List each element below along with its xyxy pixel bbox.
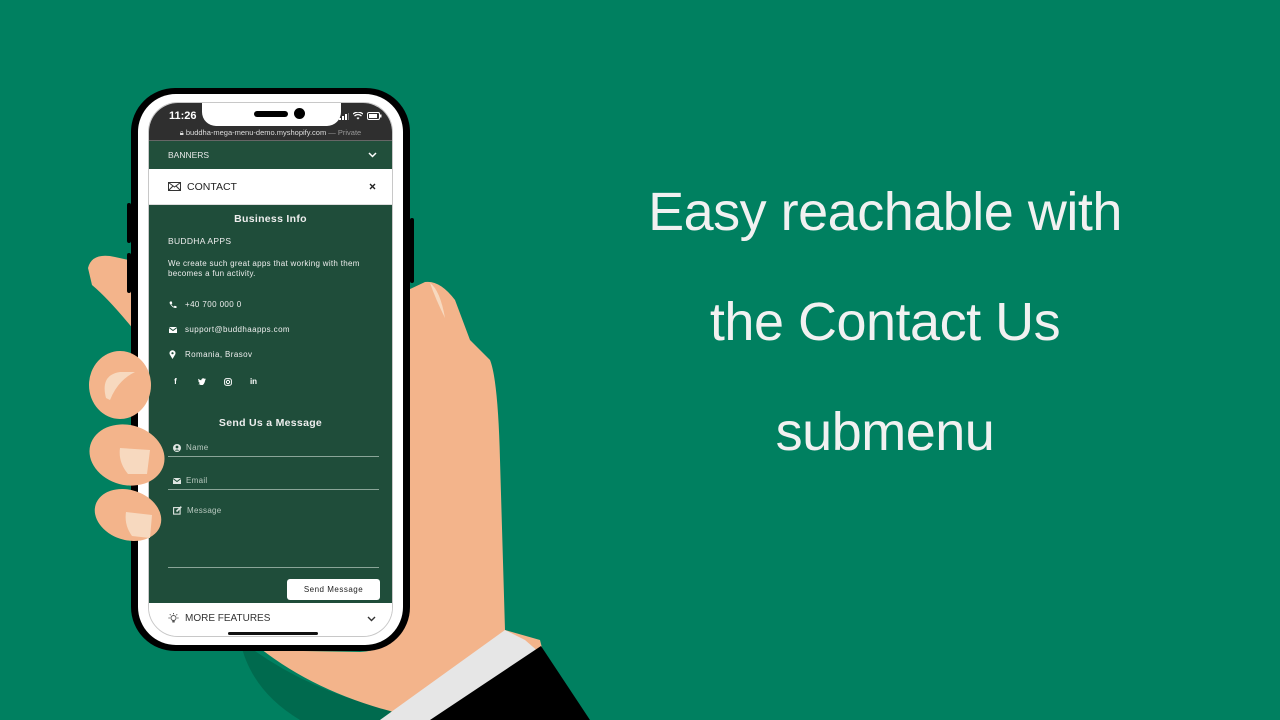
envelope-icon: [173, 477, 181, 484]
lock-icon: 🔒︎: [179, 128, 184, 137]
phone-number: +40 700 000 0: [185, 300, 242, 309]
signal-icon: [339, 112, 349, 120]
name-placeholder: Name: [186, 443, 209, 452]
notch: [202, 103, 341, 126]
menu-item-banners[interactable]: BANNERS: [149, 141, 392, 169]
volume-up-button: [127, 203, 131, 243]
speaker: [254, 111, 288, 117]
phone-frame: 11:26 🔒︎ buddha-mega-menu-demo.myshopify…: [127, 88, 414, 651]
linkedin-icon[interactable]: in: [249, 377, 258, 386]
menu-item-label: BANNERS: [168, 150, 210, 160]
menu-item-label: MORE FEATURES: [185, 613, 271, 624]
lightbulb-icon: [168, 613, 179, 623]
send-message-title: Send Us a Message: [218, 417, 323, 429]
close-icon[interactable]: [369, 183, 376, 190]
message-placeholder: Message: [187, 506, 222, 515]
social-links: f in: [171, 377, 258, 386]
map-marker-icon: [169, 350, 176, 359]
business-info-title: Business Info: [234, 213, 307, 225]
message-underline: [168, 567, 379, 568]
status-bar: 11:26 🔒︎ buddha-mega-menu-demo.myshopify…: [149, 103, 392, 141]
phone-screen: 11:26 🔒︎ buddha-mega-menu-demo.myshopify…: [148, 102, 393, 637]
status-icons: [339, 112, 382, 120]
status-time: 11:26: [169, 110, 197, 122]
address-bar[interactable]: 🔒︎ buddha-mega-menu-demo.myshopify.com —…: [149, 128, 392, 138]
message-field[interactable]: Message: [168, 506, 379, 566]
menu-item-contact[interactable]: CONTACT: [149, 169, 392, 205]
phone-row[interactable]: +40 700 000 0: [168, 300, 242, 309]
power-button: [410, 218, 414, 283]
twitter-icon[interactable]: [197, 377, 206, 386]
facebook-icon[interactable]: f: [171, 377, 180, 386]
chevron-down-icon: [368, 152, 377, 158]
camera: [294, 108, 305, 119]
email-field[interactable]: Email: [168, 476, 379, 490]
name-field[interactable]: Name: [168, 443, 379, 457]
wifi-icon: [353, 112, 363, 120]
battery-icon: [367, 112, 382, 120]
company-name: BUDDHA APPS: [168, 236, 232, 246]
contact-submenu-panel: Business Info BUDDHA APPS We create such…: [149, 205, 392, 603]
user-icon: [173, 443, 181, 452]
chevron-down-icon: [367, 616, 376, 621]
headline-line-1: Easy reachable with: [648, 182, 1122, 242]
email-icon: [168, 326, 177, 333]
private-label: — Private: [328, 128, 362, 137]
instagram-icon[interactable]: [223, 377, 232, 386]
email-placeholder: Email: [186, 476, 208, 485]
menu-item-label: CONTACT: [187, 180, 237, 193]
envelope-icon: [168, 182, 181, 191]
phone-icon: [169, 301, 176, 308]
company-description: We create such great apps that working w…: [168, 259, 360, 278]
headline-line-3: submenu: [775, 402, 995, 462]
email-row[interactable]: support@buddhaapps.com: [168, 325, 290, 334]
email-address: support@buddhaapps.com: [185, 325, 290, 334]
location-text: Romania, Brasov: [185, 350, 253, 359]
phone-bezel: 11:26 🔒︎ buddha-mega-menu-demo.myshopify…: [138, 94, 403, 645]
home-indicator: [228, 632, 318, 635]
headline-line-2: the Contact Us: [709, 292, 1061, 352]
edit-icon: [173, 506, 182, 515]
volume-down-button: [127, 253, 131, 293]
headline: Easy reachable with the Contact Us subme…: [600, 175, 1170, 505]
send-message-button[interactable]: Send Message: [287, 579, 380, 600]
url-text: buddha-mega-menu-demo.myshopify.com: [185, 128, 327, 137]
location-row: Romania, Brasov: [168, 350, 252, 359]
